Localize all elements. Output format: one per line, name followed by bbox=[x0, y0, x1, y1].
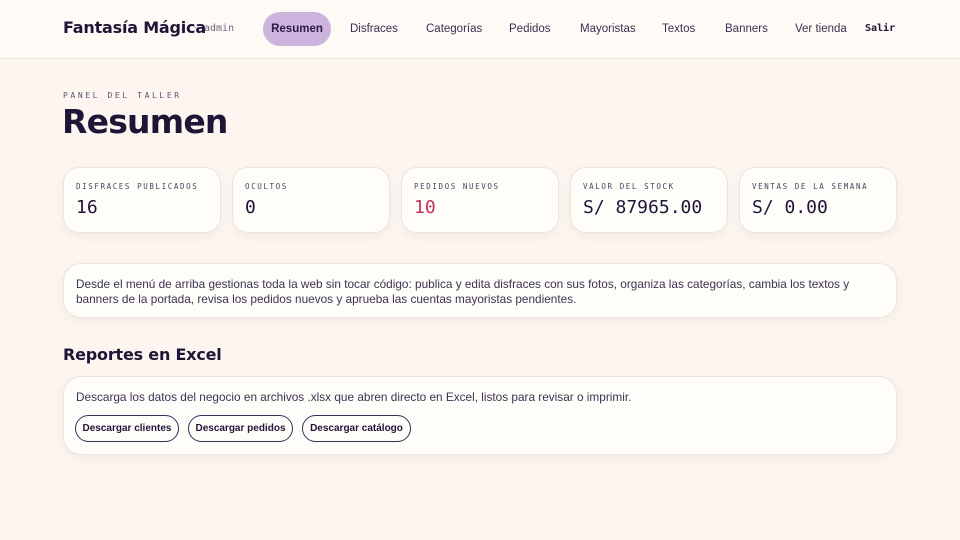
stat-label: VALOR DEL STOCK bbox=[583, 182, 675, 191]
stat-card-stock-value: VALOR DEL STOCK S/ 87965.00 bbox=[570, 167, 728, 233]
page-eyebrow: PANEL DEL TALLER bbox=[63, 91, 182, 100]
nav-item-pedidos[interactable]: Pedidos bbox=[509, 12, 551, 46]
nav-item-textos[interactable]: Textos bbox=[662, 12, 695, 46]
stat-card-weekly-sales: VENTAS DE LA SEMANA S/ 0.00 bbox=[739, 167, 897, 233]
stat-value: 0 bbox=[245, 197, 256, 218]
nav-item-ver-tienda[interactable]: Ver tienda bbox=[795, 12, 847, 46]
reports-title: Reportes en Excel bbox=[63, 345, 222, 364]
role-label: admin bbox=[204, 23, 235, 34]
nav-item-mayoristas[interactable]: Mayoristas bbox=[580, 12, 636, 46]
intro-text: Desde el menú de arriba gestionas toda l… bbox=[76, 277, 850, 306]
stat-card-new-orders: PEDIDOS NUEVOS 10 bbox=[401, 167, 559, 233]
stat-value: 16 bbox=[76, 197, 98, 218]
stat-value: S/ 87965.00 bbox=[583, 197, 703, 218]
stat-card-published: DISFRACES PUBLICADOS 16 bbox=[63, 167, 221, 233]
stat-label: PEDIDOS NUEVOS bbox=[414, 182, 500, 191]
nav-item-banners[interactable]: Banners bbox=[725, 12, 768, 46]
download-clients-button[interactable]: Descargar clientes bbox=[75, 415, 179, 442]
stat-value: S/ 0.00 bbox=[752, 197, 828, 218]
intro-card: Desde el menú de arriba gestionas toda l… bbox=[63, 263, 897, 318]
stat-card-hidden: OCULTOS 0 bbox=[232, 167, 390, 233]
stat-label: DISFRACES PUBLICADOS bbox=[76, 182, 199, 191]
stat-label: OCULTOS bbox=[245, 182, 288, 191]
reports-description: Descarga los datos del negocio en archiv… bbox=[76, 390, 632, 404]
top-nav-bar: Fantasía Mágica · admin Resumen Disfrace… bbox=[0, 0, 960, 59]
page-title: Resumen bbox=[62, 102, 228, 141]
logout-button[interactable]: Salir bbox=[865, 12, 895, 46]
download-catalog-button[interactable]: Descargar catálogo bbox=[302, 415, 411, 442]
nav-item-resumen[interactable]: Resumen bbox=[263, 12, 331, 46]
stat-label: VENTAS DE LA SEMANA bbox=[752, 182, 869, 191]
stat-value: 10 bbox=[414, 197, 436, 218]
download-orders-button[interactable]: Descargar pedidos bbox=[188, 415, 293, 442]
reports-card: Descarga los datos del negocio en archiv… bbox=[63, 376, 897, 455]
nav-item-categorias[interactable]: Categorías bbox=[426, 12, 482, 46]
nav-item-disfraces[interactable]: Disfraces bbox=[350, 12, 398, 46]
brand-separator: · bbox=[194, 22, 197, 32]
brand-logo[interactable]: Fantasía Mágica bbox=[63, 18, 206, 37]
